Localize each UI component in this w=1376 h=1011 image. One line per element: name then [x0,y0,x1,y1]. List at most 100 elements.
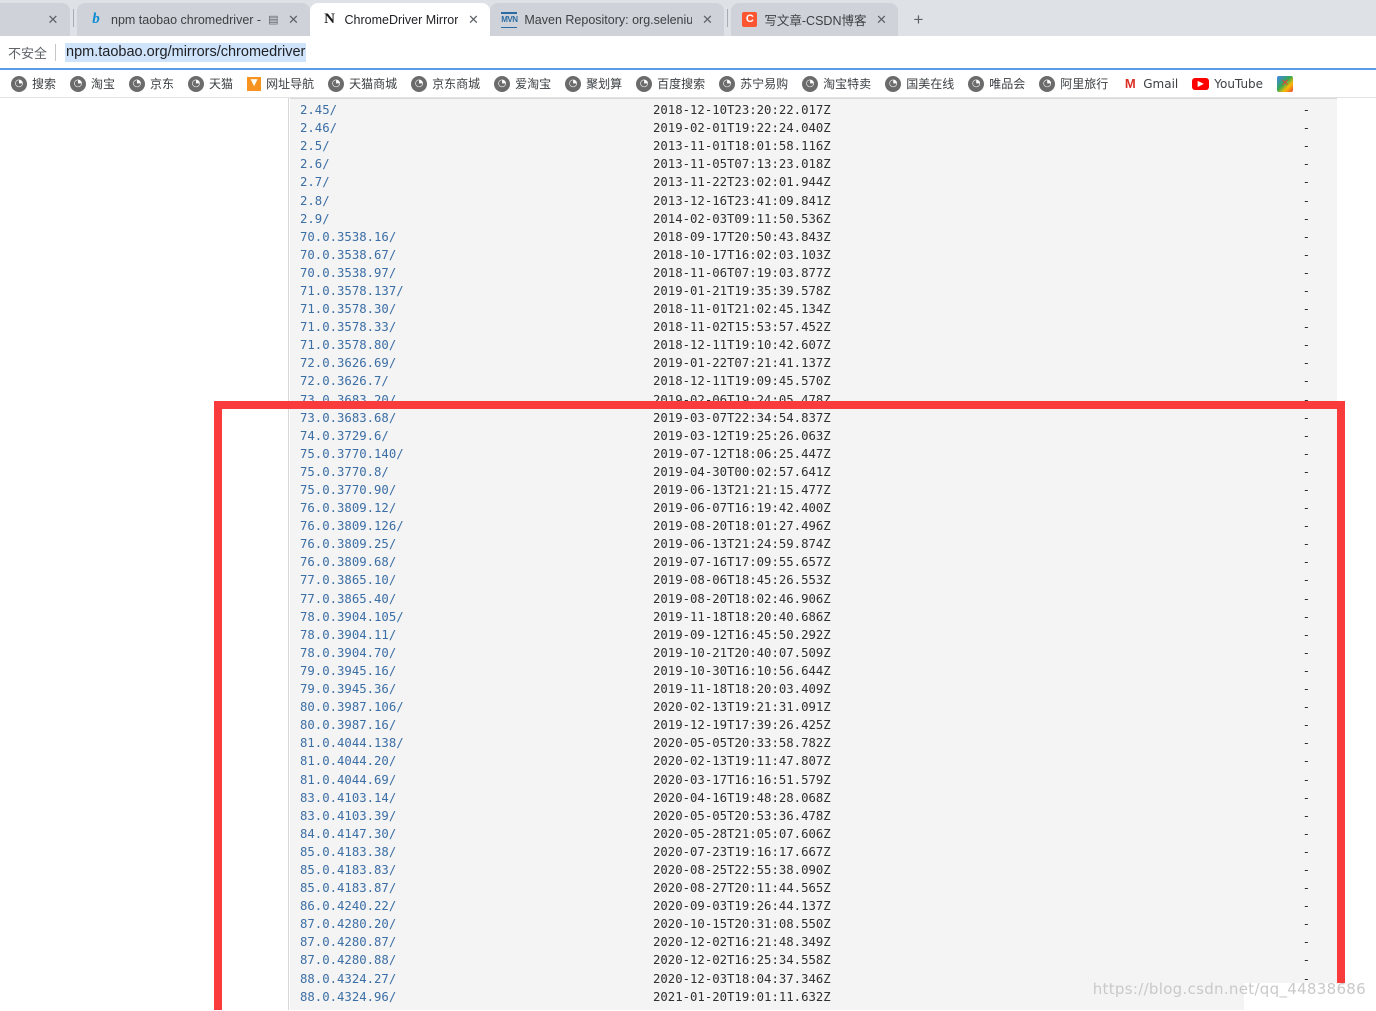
listing-link[interactable]: 85.0.4183.83/ [290,861,653,879]
listing-link[interactable]: 88.0.4324.27/ [290,970,653,988]
listing-link[interactable]: 79.0.3945.16/ [290,662,653,680]
listing-link[interactable]: 70.0.3538.67/ [290,246,653,264]
listing-link[interactable]: 83.0.4103.14/ [290,789,653,807]
bookmark-item-14[interactable]: ◔ 阿里旅行 [1032,73,1115,94]
listing-link[interactable]: 2.6/ [290,155,653,173]
listing-date: 2013-11-01T18:01:58.116Z [653,139,831,154]
tab-3[interactable]: MVN Maven Repository: org.seleniu ✕ [490,3,725,36]
nav-icon: ▼ [247,76,262,91]
listing-link[interactable]: 73.0.3683.20/ [290,391,653,409]
bookmark-item-8[interactable]: ◔ 聚划算 [558,73,629,94]
url-input[interactable]: npm.taobao.org/mirrors/chromedriver [65,42,307,62]
listing-date: 2020-05-28T21:05:07.606Z [653,826,831,841]
globe-icon: ◔ [636,75,653,92]
listing-link[interactable]: 89.0.4389.23/ [290,1006,653,1010]
listing-link[interactable]: 78.0.3904.105/ [290,608,653,626]
tab-close-icon[interactable]: ✕ [699,12,715,28]
listing-link[interactable]: 87.0.4280.87/ [290,933,653,951]
listing-link[interactable]: 81.0.4044.138/ [290,734,653,752]
listing-link[interactable]: 78.0.3904.11/ [290,626,653,644]
csdn-watermark: https://blog.csdn.net/qq_44838686 [1092,980,1366,998]
listing-link[interactable]: 78.0.3904.70/ [290,644,653,662]
listing-link[interactable]: 71.0.3578.80/ [290,336,653,354]
listing-link[interactable]: 2.5/ [290,137,653,155]
listing-link[interactable]: 87.0.4280.20/ [290,915,653,933]
listing-row: 77.0.3865.40/2019-08-20T18:02:46.906Z - [290,590,1337,608]
bookmark-item-13[interactable]: ◔ 唯品会 [961,73,1032,94]
listing-link[interactable]: 76.0.3809.25/ [290,535,653,553]
new-tab-button[interactable]: + [904,5,932,33]
listing-link[interactable]: 75.0.3770.90/ [290,481,653,499]
bookmark-item-0[interactable]: ◔ 搜索 [4,73,63,94]
listing-link[interactable]: 71.0.3578.30/ [290,300,653,318]
listing-link[interactable]: 2.45/ [290,101,653,119]
bookmark-item-5[interactable]: ◔ 天猫商城 [321,73,404,94]
listing-link[interactable]: 76.0.3809.12/ [290,499,653,517]
tab-4[interactable]: C 写文章-CSDN博客 ✕ [731,3,899,36]
bookmark-label: 天猫 [209,77,234,91]
tab-close-icon[interactable]: ✕ [465,12,481,28]
listing-link[interactable]: 74.0.3729.6/ [290,427,653,445]
bookmark-item-6[interactable]: ◔ 京东商城 [404,73,487,94]
listing-link[interactable]: 81.0.4044.69/ [290,771,653,789]
listing-link[interactable]: 87.0.4280.88/ [290,951,653,969]
bookmark-item-9[interactable]: ◔ 百度搜索 [629,73,712,94]
listing-link[interactable]: 70.0.3538.97/ [290,264,653,282]
listing-link[interactable]: 2.7/ [290,173,653,191]
bookmark-item-2[interactable]: ◔ 京东 [122,73,181,94]
listing-link[interactable]: 83.0.4103.39/ [290,807,653,825]
tab-1[interactable]: b npm taobao chromedriver - ▤ ✕ [77,3,311,36]
listing-link[interactable]: 88.0.4324.96/ [290,988,653,1006]
listing-date: 2018-12-10T23:20:22.017Z [653,103,831,118]
bookmark-item-7[interactable]: ◔ 爱淘宝 [487,73,558,94]
listing-row: 83.0.4103.39/2020-05-05T20:53:36.478Z - [290,807,1337,825]
page-left-margin [0,98,289,1010]
listing-link[interactable]: 80.0.3987.106/ [290,698,653,716]
bookmark-label: 淘宝特卖 [823,77,872,91]
listing-link[interactable]: 2.46/ [290,119,653,137]
listing-size: - [1302,627,1310,642]
bookmark-item-3[interactable]: ◔ 天猫 [181,73,240,94]
bookmark-item-12[interactable]: ◔ 国美在线 [878,73,961,94]
bookmark-item-17[interactable]: ✕ [1270,74,1300,94]
reading-list-icon: ▤ [268,14,279,26]
globe-icon: ◔ [11,75,27,92]
tab-close-icon[interactable]: ✕ [45,12,61,28]
tab-close-icon[interactable]: ✕ [873,12,889,28]
bookmark-item-4[interactable]: ▼ 网址导航 [240,73,321,94]
tab-close-icon[interactable]: ✕ [285,12,301,28]
listing-link[interactable]: 80.0.3987.16/ [290,716,653,734]
listing-link[interactable]: 72.0.3626.69/ [290,354,653,372]
bookmark-item-16[interactable]: ▶ YouTube [1185,75,1270,93]
listing-link[interactable]: 85.0.4183.87/ [290,879,653,897]
tab-partial[interactable]: ✕ [0,3,70,36]
bookmark-item-11[interactable]: ◔ 淘宝特卖 [795,73,878,94]
bing-icon: b [92,11,100,27]
listing-link[interactable]: 71.0.3578.33/ [290,318,653,336]
listing-link[interactable]: 75.0.3770.8/ [290,463,653,481]
listing-link[interactable]: 75.0.3770.140/ [290,445,653,463]
bookmark-item-15[interactable]: M Gmail [1115,74,1185,94]
tab-2[interactable]: N ChromeDriver Mirror ✕ [310,3,491,36]
listing-link[interactable]: 2.8/ [290,192,653,210]
bookmark-item-10[interactable]: ◔ 苏宁易购 [712,73,795,94]
listing-link[interactable]: 85.0.4183.38/ [290,843,653,861]
listing-link[interactable]: 77.0.3865.40/ [290,590,653,608]
omnibox[interactable]: 不安全 npm.taobao.org/mirrors/chromedriver [0,36,1376,70]
listing-size: - [1302,591,1310,606]
listing-link[interactable]: 77.0.3865.10/ [290,571,653,589]
listing-date: 2018-11-02T15:53:57.452Z [653,320,831,335]
listing-link[interactable]: 70.0.3538.16/ [290,228,653,246]
listing-link[interactable]: 76.0.3809.126/ [290,517,653,535]
bookmark-item-1[interactable]: ◔ 淘宝 [63,73,122,94]
listing-date: 2013-11-05T07:13:23.018Z [653,157,831,172]
listing-link[interactable]: 84.0.4147.30/ [290,825,653,843]
listing-link[interactable]: 72.0.3626.7/ [290,372,653,390]
listing-link[interactable]: 73.0.3683.68/ [290,409,653,427]
listing-link[interactable]: 71.0.3578.137/ [290,282,653,300]
listing-link[interactable]: 76.0.3809.68/ [290,553,653,571]
listing-link[interactable]: 2.9/ [290,210,653,228]
listing-link[interactable]: 79.0.3945.36/ [290,680,653,698]
listing-link[interactable]: 81.0.4044.20/ [290,752,653,770]
listing-link[interactable]: 86.0.4240.22/ [290,897,653,915]
